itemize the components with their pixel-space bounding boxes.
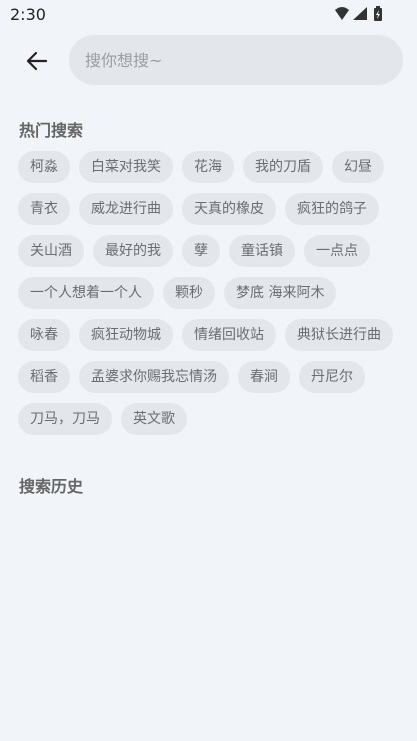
chip-row: 青衣 威龙进行曲 天真的橡皮 疯狂的鸽子 [18, 193, 403, 225]
search-box[interactable] [69, 35, 403, 85]
back-button[interactable] [16, 40, 58, 82]
hot-search-chip[interactable]: 幻昼 [332, 151, 384, 183]
hot-search-chip[interactable]: 春涧 [238, 361, 290, 393]
hot-search-chip[interactable]: 颗秒 [163, 277, 215, 309]
wifi-icon [335, 7, 349, 20]
hot-search-chip[interactable]: 关山酒 [18, 235, 84, 267]
chip-row: 柯淼 白菜对我笑 花海 我的刀盾 幻昼 [18, 151, 403, 183]
hot-search-chip[interactable]: 一个人想着一个人 [18, 277, 154, 309]
hot-search-chip[interactable]: 疯狂的鸽子 [285, 193, 379, 225]
hot-search-chip[interactable]: 稻香 [18, 361, 70, 393]
hot-search-chip[interactable]: 疯狂动物城 [79, 319, 173, 351]
battery-charging-icon [374, 6, 382, 21]
hot-search-chip[interactable]: 英文歌 [121, 403, 187, 435]
cellular-signal-icon [353, 7, 367, 20]
hot-search-chip[interactable]: 咏春 [18, 319, 70, 351]
hot-search-chip[interactable]: 梦底 海来阿木 [224, 277, 337, 309]
search-input[interactable] [83, 49, 387, 71]
hot-search-chip[interactable]: 孽 [182, 235, 220, 267]
chip-row: 一个人想着一个人 颗秒 梦底 海来阿木 [18, 277, 403, 309]
chip-row: 稻香 孟婆求你赐我忘情汤 春涧 丹尼尔 [18, 361, 403, 393]
arrow-left-icon [26, 51, 48, 71]
status-time: 2:30 [10, 5, 46, 24]
hot-search-chip[interactable]: 我的刀盾 [243, 151, 323, 183]
hot-search-chip[interactable]: 一点点 [304, 235, 370, 267]
hot-search-chip[interactable]: 白菜对我笑 [79, 151, 173, 183]
hot-search-chip[interactable]: 柯淼 [18, 151, 70, 183]
hot-search-chip[interactable]: 青衣 [18, 193, 70, 225]
hot-search-chip[interactable]: 花海 [182, 151, 234, 183]
hot-search-chip[interactable]: 天真的橡皮 [182, 193, 276, 225]
hot-search-chip[interactable]: 典狱长进行曲 [285, 319, 393, 351]
hot-search-chip[interactable]: 孟婆求你赐我忘情汤 [79, 361, 229, 393]
hot-search-chip[interactable]: 童话镇 [229, 235, 295, 267]
hot-search-chip[interactable]: 威龙进行曲 [79, 193, 173, 225]
hot-search-list: 柯淼 白菜对我笑 花海 我的刀盾 幻昼 青衣 威龙进行曲 天真的橡皮 疯狂的鸽子… [18, 151, 403, 435]
chip-row: 咏春 疯狂动物城 情绪回收站 典狱长进行曲 [18, 319, 403, 351]
hot-search-chip[interactable]: 最好的我 [93, 235, 173, 267]
search-history-title: 搜索历史 [19, 477, 84, 496]
hot-search-chip[interactable]: 刀马，刀马 [18, 403, 112, 435]
hot-search-chip[interactable]: 丹尼尔 [299, 361, 365, 393]
chip-row: 关山酒 最好的我 孽 童话镇 一点点 [18, 235, 403, 267]
hot-search-title: 热门搜索 [19, 121, 84, 140]
status-icons [333, 6, 395, 22]
chip-row: 刀马，刀马 英文歌 [18, 403, 403, 435]
hot-search-chip[interactable]: 情绪回收站 [182, 319, 276, 351]
status-bar: 2:30 [0, 0, 417, 28]
